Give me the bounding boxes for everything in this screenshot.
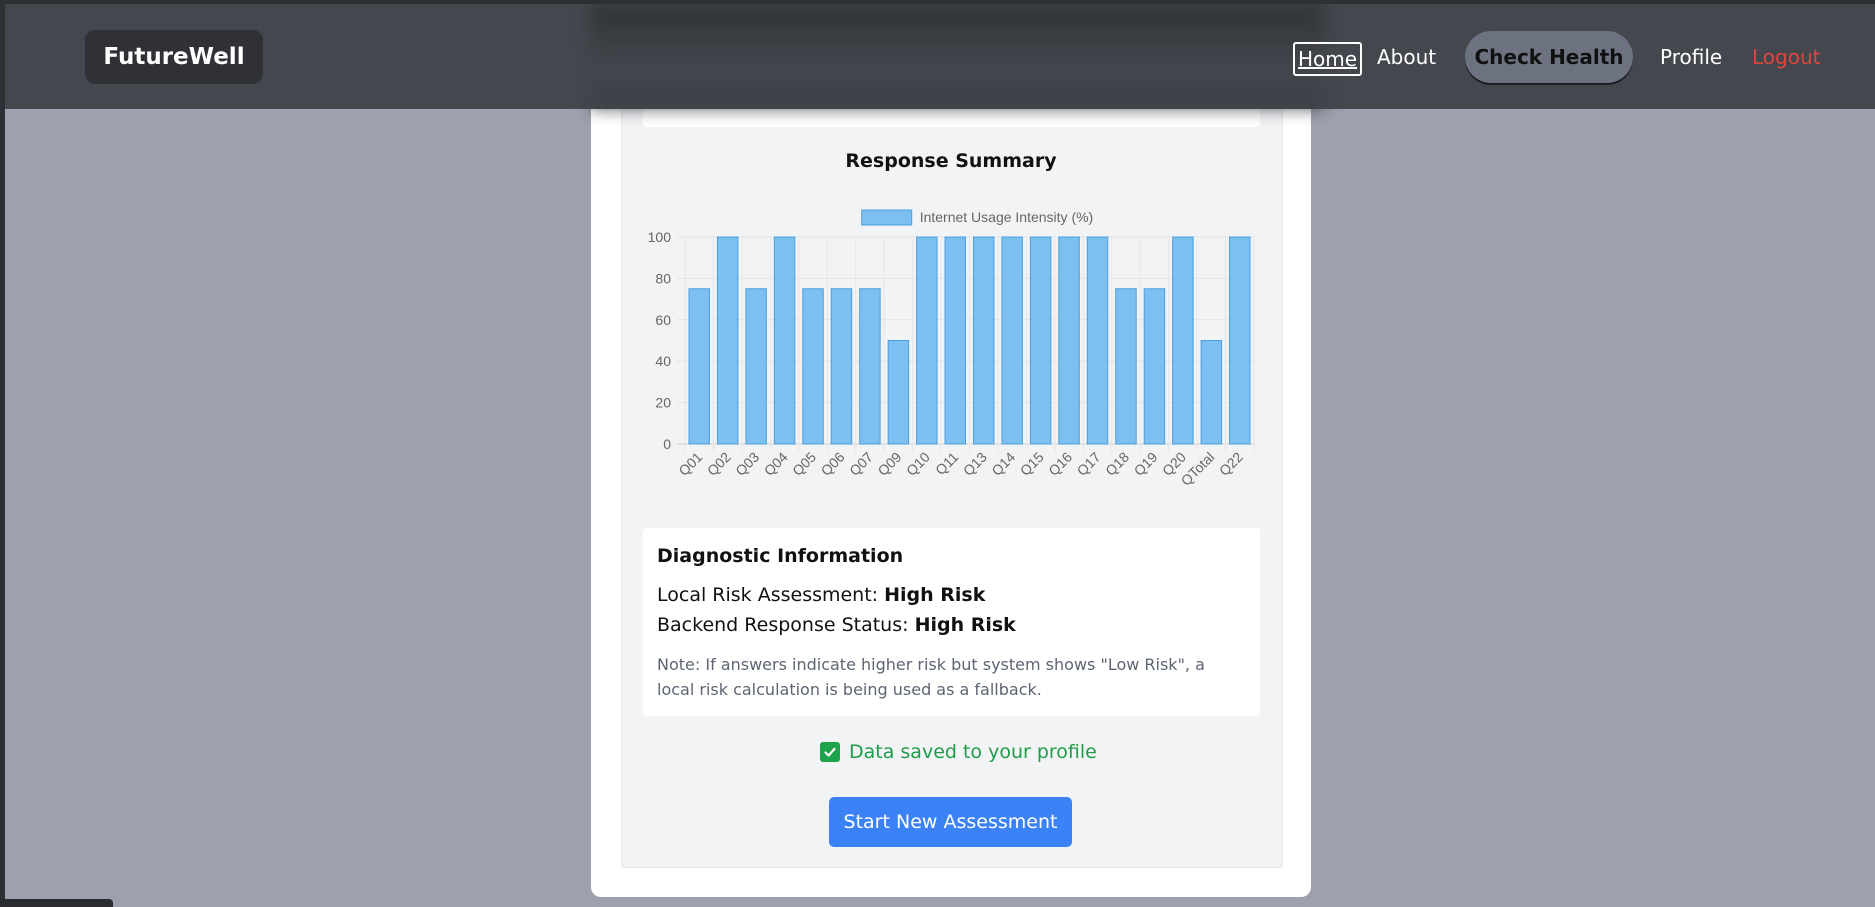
- legend-label: Internet Usage Intensity (%): [920, 209, 1094, 225]
- diagnostic-info-box: Diagnostic Information Local Risk Assess…: [643, 528, 1260, 716]
- local-risk-line: Local Risk Assessment: High Risk: [657, 584, 985, 606]
- y-tick-label: 80: [655, 270, 671, 286]
- x-tick-label: Q09: [874, 449, 904, 479]
- legend-swatch: [861, 209, 913, 226]
- nav-logout-link[interactable]: Logout: [1752, 43, 1820, 71]
- navbar-blur-backdrop: [590, 4, 1325, 109]
- bar: [1029, 236, 1052, 445]
- taskbar-tab: [0, 899, 113, 907]
- x-tick-label: Q22: [1216, 449, 1246, 479]
- diagnostic-title: Diagnostic Information: [657, 545, 904, 567]
- bar: [1143, 288, 1166, 445]
- nav-about-link[interactable]: About: [1377, 43, 1436, 71]
- x-tick-label: Q14: [988, 449, 1018, 479]
- navbar: FutureWell Home About Check Health Profi…: [5, 4, 1875, 109]
- bar: [1001, 236, 1023, 445]
- x-tick-label: Q10: [903, 449, 933, 479]
- bar: [916, 236, 938, 445]
- bar: [1229, 236, 1251, 445]
- x-tick-label: Q03: [732, 449, 762, 479]
- bar: [1172, 236, 1194, 445]
- backend-status-line: Backend Response Status: High Risk: [657, 614, 1016, 636]
- y-tick-label: 40: [655, 353, 671, 369]
- y-tick-label: 60: [655, 312, 671, 328]
- local-risk-value: High Risk: [884, 584, 986, 606]
- bar: [944, 236, 967, 445]
- x-tick-label: Q01: [675, 449, 705, 479]
- x-tick-label: Q05: [789, 449, 819, 479]
- bar: [1086, 236, 1109, 445]
- backend-status-label: Backend Response Status:: [657, 614, 915, 636]
- x-tick-label: Q11: [932, 449, 961, 478]
- diagnostic-note: Note: If answers indicate higher risk bu…: [657, 655, 1205, 699]
- bar: [773, 236, 796, 445]
- bar: [688, 288, 710, 445]
- x-tick-label: Q16: [1045, 449, 1075, 479]
- check-icon: [820, 742, 840, 762]
- brand-logo[interactable]: FutureWell: [85, 30, 263, 84]
- bar: [716, 236, 739, 445]
- x-tick-label: Q07: [846, 449, 876, 479]
- local-risk-label: Local Risk Assessment:: [657, 584, 885, 606]
- backend-status-value: High Risk: [914, 614, 1016, 636]
- x-tick-label: Q06: [818, 449, 848, 479]
- bar: [745, 288, 767, 445]
- y-tick-label: 20: [655, 395, 671, 411]
- window-frame-left: [0, 0, 5, 907]
- check-health-button[interactable]: Check Health: [1465, 31, 1633, 83]
- saved-status-text: Data saved to your profile: [849, 741, 1097, 763]
- y-tick-label: 100: [648, 229, 672, 245]
- response-summary-chart: Internet Usage Intensity (%) 0 20 40 60 80 100…: [648, 209, 1255, 489]
- nav-profile-link[interactable]: Profile: [1660, 43, 1722, 71]
- bar: [802, 288, 824, 445]
- x-tick-label: Q17: [1074, 449, 1104, 479]
- start-new-assessment-button[interactable]: Start New Assessment: [829, 797, 1072, 847]
- bar: [830, 288, 853, 445]
- bar: [1058, 236, 1080, 445]
- y-tick-label: 0: [663, 436, 671, 452]
- bar: [1200, 340, 1223, 445]
- x-tick-label: Q19: [1131, 449, 1161, 479]
- x-tick-label: Q02: [704, 449, 734, 479]
- bar: [1115, 288, 1137, 445]
- response-summary-title: Response Summary: [845, 150, 1057, 172]
- x-tick-label: Q13: [960, 449, 990, 479]
- x-tick-label: Q04: [761, 449, 791, 479]
- bar: [972, 236, 995, 445]
- x-tick-label: Q18: [1102, 449, 1132, 479]
- saved-status: Data saved to your profile: [820, 740, 1097, 764]
- bar: [887, 340, 910, 445]
- nav-home-link[interactable]: Home: [1293, 42, 1363, 76]
- bar: [859, 288, 881, 445]
- x-tick-label: Q15: [1017, 449, 1047, 479]
